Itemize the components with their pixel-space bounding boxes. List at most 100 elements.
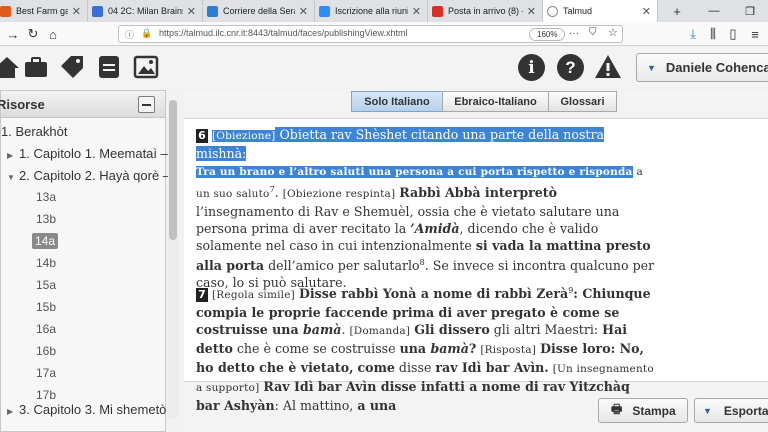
bookmark-star-icon[interactable]: ☆ xyxy=(608,26,618,39)
tree-leaf-16a[interactable]: 16a xyxy=(36,322,56,336)
paragraph-number: 6 xyxy=(196,129,208,143)
export-label: Esporta xyxy=(723,403,768,418)
text-bold: come xyxy=(357,360,395,376)
user-name: Daniele Cohenca xyxy=(665,60,768,75)
close-icon[interactable]: ✕ xyxy=(187,5,196,18)
briefcase-icon[interactable] xyxy=(23,54,49,80)
warning-icon[interactable] xyxy=(594,53,622,81)
tree-leaf-14a-selected[interactable]: 14a xyxy=(32,233,59,249)
caret-down-icon: ▼ xyxy=(647,62,656,73)
paragraph-6: 6 [Obiezione] Obietta rav Shèshet citando… xyxy=(196,127,655,291)
new-tab-button[interactable]: + xyxy=(667,0,687,22)
tree-node-label: 3. Capitolo 3. Mi shemetò xyxy=(19,402,167,417)
tree-leaf-17b[interactable]: 17b xyxy=(36,388,56,402)
collapse-button[interactable] xyxy=(138,96,155,113)
section-tag: [Regola simile] xyxy=(212,289,295,302)
forward-icon[interactable]: → xyxy=(4,25,22,43)
browser-tab-active[interactable]: Talmud ✕ xyxy=(543,0,658,22)
tag-icon[interactable] xyxy=(59,54,85,80)
expand-icon[interactable]: ▶ xyxy=(7,407,19,416)
tab-title: Best Farm game onlin xyxy=(16,6,68,16)
text-bold: ? xyxy=(468,341,477,357)
paragraph-number: 7 xyxy=(196,288,208,303)
printer-icon: 🖶 xyxy=(611,402,623,416)
resources-sidebar: Risorse 1. Berakhòt ▶ 1. Capitolo 1. Meem… xyxy=(0,90,170,432)
tree-node-chapter-1[interactable]: ▶ 1. Capitolo 1. Meemataì – xyxy=(7,146,168,161)
menu-icon[interactable]: ≡ xyxy=(746,25,764,43)
document-icon[interactable] xyxy=(96,54,122,80)
download-icon[interactable]: ⤓ xyxy=(684,25,702,43)
browser-tab[interactable]: 04 2C: Milan Brainsto ✕ xyxy=(88,0,203,22)
footnote-ref[interactable]: 7 xyxy=(270,185,275,194)
tree-leaf-16b[interactable]: 16b xyxy=(36,344,56,358)
zoom-level[interactable]: 160% xyxy=(529,28,566,41)
close-icon[interactable]: ✕ xyxy=(299,5,308,18)
tree-leaf-14b[interactable]: 14b xyxy=(36,256,56,270)
tree-node-chapter-3[interactable]: ▶ 3. Capitolo 3. Mi shemetò xyxy=(7,402,166,417)
tree-node-label: 2. Capitolo 2. Hayà qorè – xyxy=(19,168,171,183)
section-tag: [Obiezione respinta] xyxy=(282,188,396,201)
gmail-icon xyxy=(432,5,443,17)
close-icon[interactable]: ✕ xyxy=(72,5,81,18)
text-bold: Disse rabbì Yonà a nome di rabbì Zerà xyxy=(298,286,569,302)
image-icon[interactable] xyxy=(133,54,159,80)
sidebar-icon[interactable]: ▯ xyxy=(724,25,742,43)
mishna-quote: rispetto e risponda xyxy=(513,166,633,178)
text-term: bamà xyxy=(430,341,469,357)
text-bold: Rabbì Abbà interpretò xyxy=(399,185,557,201)
close-icon[interactable]: ✕ xyxy=(527,5,536,18)
maximize-button[interactable]: ❐ xyxy=(732,0,768,22)
docs-icon xyxy=(92,5,103,17)
home-icon[interactable] xyxy=(0,54,20,80)
minimize-button[interactable]: — xyxy=(696,0,732,22)
tree-leaf-13a[interactable]: 13a xyxy=(36,190,56,204)
browser-tab[interactable]: Posta in arrivo (8) - cu ✕ xyxy=(428,0,543,22)
text-span: dell’amico per salutarlo xyxy=(264,258,420,274)
tree-node-label: 1. Capitolo 1. Meemataì – xyxy=(19,146,168,161)
lock-icon: 🔒 xyxy=(141,28,153,38)
tree-leaf-15b[interactable]: 15b xyxy=(36,300,56,314)
browser-nav-bar: → ↻ ⌂ ⓘ 🔒 https://talmud.ilc.cnr.it:8443… xyxy=(0,22,768,46)
print-button[interactable]: 🖶 Stampa xyxy=(598,398,688,423)
caret-down-icon: ▼ xyxy=(703,405,712,416)
tab-title: Iscrizione alla riunion xyxy=(335,6,408,16)
text-span: gli altri Maestri: xyxy=(489,322,603,338)
browser-tab[interactable]: Corriere della Sera: n ✕ xyxy=(203,0,315,22)
browser-tab[interactable]: Best Farm game onlin ✕ xyxy=(0,0,88,22)
scrollbar-thumb[interactable] xyxy=(169,100,177,240)
tree-node-label: 1. Berakhòt xyxy=(1,124,68,139)
home-icon[interactable]: ⌂ xyxy=(44,25,62,43)
close-icon[interactable]: ✕ xyxy=(412,5,421,18)
reload-icon[interactable]: ↻ xyxy=(24,25,42,43)
bottom-action-bar: 🖶 Stampa ▼ Esporta xyxy=(184,396,768,426)
tab-glossari[interactable]: Glossari xyxy=(548,91,617,112)
text-bold: rav Idì bar Avìn. xyxy=(435,360,549,376)
text-term: bamà xyxy=(303,322,342,338)
tab-solo-italiano[interactable]: Solo Italiano xyxy=(351,91,443,112)
more-icon[interactable]: ··· xyxy=(569,28,579,39)
library-icon[interactable]: ⫼ xyxy=(704,25,722,43)
globe-icon xyxy=(547,5,558,17)
info-button[interactable]: i xyxy=(518,54,545,81)
user-menu-button[interactable]: ▼ Daniele Cohenca xyxy=(636,53,768,82)
close-icon[interactable]: ✕ xyxy=(642,5,651,18)
sidebar-scrollbar[interactable] xyxy=(168,100,178,418)
tab-title: Corriere della Sera: n xyxy=(223,6,295,16)
export-button[interactable]: ▼ Esporta xyxy=(694,398,768,423)
tree-node-chapter-2[interactable]: ▼ 2. Capitolo 2. Hayà qorè – xyxy=(7,168,170,183)
browser-tab[interactable]: Iscrizione alla riunion ✕ xyxy=(315,0,428,22)
tab-favicon-icon xyxy=(0,5,11,17)
info-icon[interactable]: ⓘ xyxy=(125,28,134,41)
print-label: Stampa xyxy=(632,403,676,418)
tree-node-berakhot[interactable]: 1. Berakhòt xyxy=(1,124,68,139)
tree-leaf-15a[interactable]: 15a xyxy=(36,278,56,292)
tree-leaf-13b[interactable]: 13b xyxy=(36,212,56,226)
collapse-icon[interactable]: ▼ xyxy=(7,173,19,182)
expand-icon[interactable]: ▶ xyxy=(7,151,19,160)
pocket-icon[interactable]: ⛉ xyxy=(589,27,597,38)
help-button[interactable]: ? xyxy=(557,54,584,81)
tree-leaf-17a[interactable]: 17a xyxy=(36,366,56,380)
tab-ebraico-italiano[interactable]: Ebraico-Italiano xyxy=(442,91,549,112)
text-bold: Gli dissero xyxy=(414,322,490,338)
url-bar[interactable]: ⓘ 🔒 https://talmud.ilc.cnr.it:8443/talmu… xyxy=(118,25,623,43)
